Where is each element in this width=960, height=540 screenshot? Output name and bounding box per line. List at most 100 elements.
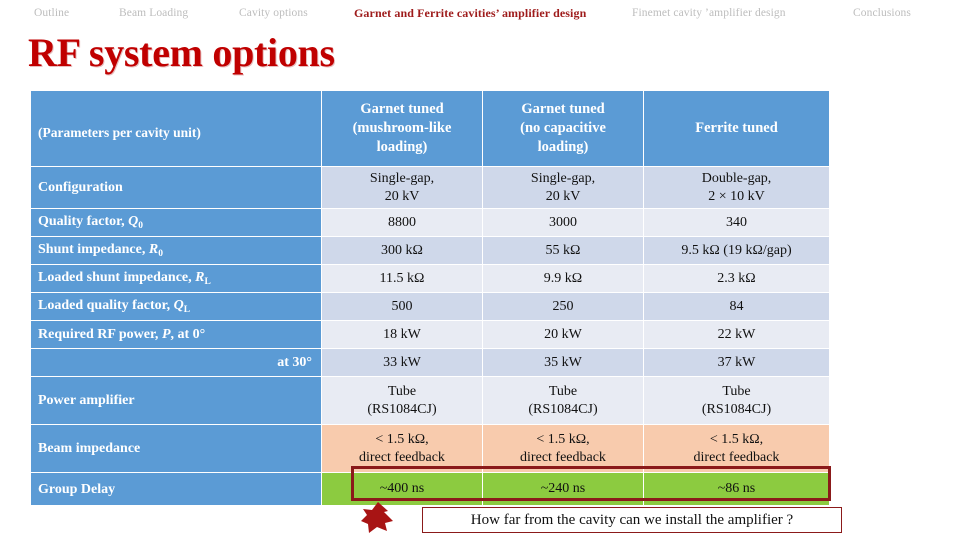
cell-line: direct feedback bbox=[359, 449, 445, 465]
cell-line: Double-gap, bbox=[701, 170, 772, 186]
slide-navigation-bar: Outline Beam Loading Cavity options Garn… bbox=[0, 0, 960, 26]
nav-item-garnet-ferrite-amplifier-design[interactable]: Garnet and Ferrite cavities’ amplifier d… bbox=[354, 6, 586, 21]
cell-line: Tube bbox=[722, 383, 751, 399]
cell-r0-garnet-nocap: 55 kΩ bbox=[483, 237, 643, 264]
table-row: Power amplifier Tube (RS1084CJ) Tube (RS… bbox=[31, 377, 829, 424]
row-label-required-rf-power-0deg: Required RF power, P, at 0° bbox=[31, 321, 321, 348]
nav-item-conclusions[interactable]: Conclusions bbox=[853, 7, 911, 19]
cell-q0-garnet-mushroom: 8800 bbox=[322, 209, 482, 236]
header-parameters-label: (Parameters per cavity unit) bbox=[31, 91, 321, 166]
cell-line: 20 kV bbox=[384, 188, 420, 204]
cell-line: < 1.5 kΩ, bbox=[375, 431, 429, 447]
cell-line: Single-gap, bbox=[530, 170, 596, 186]
row-label-power-amplifier: Power amplifier bbox=[31, 377, 321, 424]
cell-line: Tube bbox=[548, 383, 578, 399]
label-symbol: P bbox=[161, 327, 171, 342]
label-text: Required RF power, bbox=[38, 327, 162, 342]
table-row: Quality factor, Q0 8800 3000 340 bbox=[31, 209, 829, 236]
cell-power0-ferrite: 22 kW bbox=[644, 321, 829, 348]
cell-configuration-garnet-mushroom: Single-gap, 20 kV bbox=[322, 167, 482, 208]
nav-item-finemet-amplifier-design[interactable]: Finemet cavity ’amplifier design bbox=[632, 7, 786, 19]
nav-item-beam-loading[interactable]: Beam Loading bbox=[119, 7, 188, 19]
header-line: Garnet tuned bbox=[521, 101, 605, 117]
cell-configuration-garnet-nocap: Single-gap, 20 kV bbox=[483, 167, 643, 208]
row-label-required-rf-power-30deg: at 30° bbox=[31, 349, 321, 376]
header-line: loading) bbox=[537, 139, 589, 155]
cell-ql-ferrite: 84 bbox=[644, 293, 829, 320]
cell-ql-garnet-mushroom: 500 bbox=[322, 293, 482, 320]
label-text: Quality factor, bbox=[38, 214, 129, 229]
header-ferrite-tuned: Ferrite tuned bbox=[644, 91, 829, 166]
cell-amplifier-garnet-mushroom: Tube (RS1084CJ) bbox=[322, 377, 482, 424]
rf-system-options-table: (Parameters per cavity unit) Garnet tune… bbox=[30, 90, 830, 506]
label-subscript: L bbox=[183, 305, 191, 315]
cell-group-delay-garnet-nocap: ~240 ns bbox=[483, 473, 643, 505]
table-row: at 30° 33 kW 35 kW 37 kW bbox=[31, 349, 829, 376]
cell-amplifier-garnet-nocap: Tube (RS1084CJ) bbox=[483, 377, 643, 424]
cell-r0-ferrite: 9.5 kΩ (19 kΩ/gap) bbox=[644, 237, 829, 264]
nav-item-cavity-options[interactable]: Cavity options bbox=[239, 7, 308, 19]
header-line: Garnet tuned bbox=[360, 101, 444, 117]
callout-question-text: How far from the cavity can we install t… bbox=[470, 511, 794, 528]
cell-power0-garnet-nocap: 20 kW bbox=[483, 321, 643, 348]
cell-power30-garnet-nocap: 35 kW bbox=[483, 349, 643, 376]
header-line: Ferrite tuned bbox=[695, 120, 778, 136]
row-label-group-delay: Group Delay bbox=[31, 473, 321, 505]
table-row: Loaded quality factor, QL 500 250 84 bbox=[31, 293, 829, 320]
cell-group-delay-ferrite: ~86 ns bbox=[644, 473, 829, 505]
label-symbol: R bbox=[148, 242, 159, 257]
table-row: Configuration Single-gap, 20 kV Single-g… bbox=[31, 167, 829, 208]
row-label-beam-impedance: Beam impedance bbox=[31, 425, 321, 472]
label-subscript: L bbox=[204, 277, 211, 287]
table-row: Required RF power, P, at 0° 18 kW 20 kW … bbox=[31, 321, 829, 348]
cell-line: 2 × 10 kV bbox=[708, 188, 765, 204]
cell-rl-garnet-mushroom: 11.5 kΩ bbox=[322, 265, 482, 292]
cell-q0-ferrite: 340 bbox=[644, 209, 829, 236]
label-text: Loaded shunt impedance, bbox=[38, 270, 196, 285]
table-row: Shunt impedance, R0 300 kΩ 55 kΩ 9.5 kΩ … bbox=[31, 237, 829, 264]
cell-power30-garnet-mushroom: 33 kW bbox=[322, 349, 482, 376]
row-label-quality-factor-q0: Quality factor, Q0 bbox=[31, 209, 321, 236]
cell-ql-garnet-nocap: 250 bbox=[483, 293, 643, 320]
cell-line: (RS1084CJ) bbox=[701, 401, 772, 417]
cell-beam-impedance-garnet-nocap: < 1.5 kΩ, direct feedback bbox=[483, 425, 643, 472]
cell-line: < 1.5 kΩ, bbox=[709, 431, 764, 447]
header-line: (no capacitive bbox=[520, 120, 606, 136]
cell-configuration-ferrite: Double-gap, 2 × 10 kV bbox=[644, 167, 829, 208]
cell-rl-garnet-nocap: 9.9 kΩ bbox=[483, 265, 643, 292]
table-row: Group Delay ~400 ns ~240 ns ~86 ns bbox=[31, 473, 829, 505]
up-arrow-icon bbox=[361, 502, 393, 533]
cell-line: (RS1084CJ) bbox=[367, 401, 437, 417]
label-subscript: 0 bbox=[138, 221, 143, 231]
cell-line: direct feedback bbox=[520, 449, 606, 465]
cell-line: Single-gap, bbox=[369, 170, 435, 186]
row-label-loaded-shunt-impedance-rl: Loaded shunt impedance, RL bbox=[31, 265, 321, 292]
cell-line: 20 kV bbox=[545, 188, 581, 204]
header-garnet-no-capacitive: Garnet tuned (no capacitive loading) bbox=[483, 91, 643, 166]
label-subscript: 0 bbox=[158, 249, 163, 259]
cell-power0-garnet-mushroom: 18 kW bbox=[322, 321, 482, 348]
row-label-configuration: Configuration bbox=[31, 167, 321, 208]
header-line: loading) bbox=[376, 139, 428, 155]
nav-item-outline[interactable]: Outline bbox=[34, 7, 69, 19]
cell-line: (RS1084CJ) bbox=[528, 401, 598, 417]
label-symbol: Q bbox=[128, 214, 139, 229]
label-symbol: R bbox=[195, 270, 205, 285]
cell-beam-impedance-ferrite: < 1.5 kΩ, direct feedback bbox=[644, 425, 829, 472]
table-row: Loaded shunt impedance, RL 11.5 kΩ 9.9 k… bbox=[31, 265, 829, 292]
cell-power30-ferrite: 37 kW bbox=[644, 349, 829, 376]
header-line: (mushroom-like bbox=[352, 120, 452, 136]
row-label-shunt-impedance-r0: Shunt impedance, R0 bbox=[31, 237, 321, 264]
table-row: Beam impedance < 1.5 kΩ, direct feedback… bbox=[31, 425, 829, 472]
label-tail: , at 0° bbox=[170, 327, 206, 342]
header-garnet-mushroom: Garnet tuned (mushroom-like loading) bbox=[322, 91, 482, 166]
label-symbol: Q bbox=[173, 298, 184, 313]
cell-rl-ferrite: 2.3 kΩ bbox=[644, 265, 829, 292]
cell-group-delay-garnet-mushroom: ~400 ns bbox=[322, 473, 482, 505]
page-title: RF system options bbox=[28, 30, 335, 75]
table-header-row: (Parameters per cavity unit) Garnet tune… bbox=[31, 91, 829, 166]
cell-line: < 1.5 kΩ, bbox=[536, 431, 590, 447]
label-text: Shunt impedance, bbox=[38, 242, 149, 257]
cell-amplifier-ferrite: Tube (RS1084CJ) bbox=[644, 377, 829, 424]
cell-line: direct feedback bbox=[693, 449, 780, 465]
